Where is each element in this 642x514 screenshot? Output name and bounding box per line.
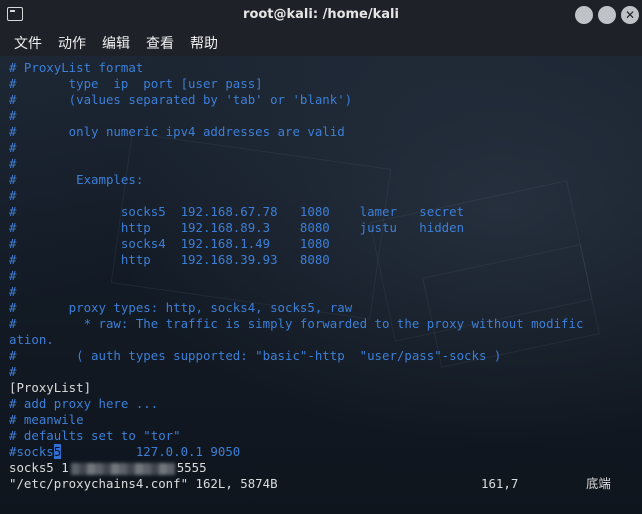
editor-line: # * raw: The traffic is simply forwarded… [9,316,584,331]
editor-line: # type ip port [user pass] [9,76,263,91]
minimize-button[interactable] [575,6,593,24]
menu-bar: 文件 动作 编辑 查看 帮助 [0,30,642,56]
menu-view[interactable]: 查看 [146,33,174,53]
editor-line: # socks4 192.168.1.49 1080 [9,236,330,251]
commented-proxy-prefix: #socks [9,444,54,459]
editor-line: # defaults set to "tor" [9,428,181,443]
active-proxy-prefix: socks5 1 [9,460,69,475]
menu-file[interactable]: 文件 [14,33,42,53]
editor-line: # [9,108,17,123]
editor-line: # [9,140,17,155]
editor-line: # only numeric ipv4 addresses are valid [9,124,345,139]
status-cursor-position: 161,7 [481,476,519,491]
commented-proxy-rest: 127.0.0.1 9050 [61,444,241,459]
menu-help[interactable]: 帮助 [190,33,218,53]
terminal-content[interactable]: # ProxyList format # type ip port [user … [0,56,642,514]
close-icon: ✕ [624,8,636,22]
editor-line: # [9,284,17,299]
editor-line: [ProxyList] [9,380,92,395]
editor-line: # Examples: [9,172,144,187]
editor-line: # [9,364,17,379]
editor-line: # [9,156,17,171]
title-bar[interactable]: root@kali: /home/kali ✕ [0,0,642,31]
editor-line: # proxy types: http, socks4, socks5, raw [9,300,353,315]
editor-line: # [9,188,17,203]
editor-line: # ProxyList format [9,60,144,75]
redacted-ip [70,462,175,475]
status-file-info: "/etc/proxychains4.conf" 162L, 5874B [9,476,278,491]
editor-line: # http 192.168.89.3 8080 justu hidden [9,220,465,235]
menu-edit[interactable]: 编辑 [102,33,130,53]
editor-line: # add proxy here ... [9,396,159,411]
editor-line: # [9,268,17,283]
editor-line: # http 192.168.39.93 8080 [9,252,330,267]
menu-action[interactable]: 动作 [58,33,86,53]
active-proxy-line: socks5 1 5555 [9,460,207,476]
editor-line: # meanwile [9,412,84,427]
editor-line: # socks5 192.168.67.78 1080 lamer secret [9,204,465,219]
terminal-window: root@kali: /home/kali ✕ 文件 动作 编辑 查看 帮助 #… [0,0,642,514]
window-title: root@kali: /home/kali [243,7,399,22]
active-proxy-port: 5555 [176,460,207,475]
status-scroll-indicator: 底端 [586,476,611,491]
commented-proxy-line: #socks5 127.0.0.1 9050 [9,444,240,460]
editor-line: ation. [9,332,54,347]
editor-line: # ( auth types supported: "basic"-http "… [9,348,502,363]
maximize-button[interactable] [598,6,616,24]
close-button[interactable]: ✕ [621,6,639,24]
editor-line: # (values separated by 'tab' or 'blank') [9,92,353,107]
